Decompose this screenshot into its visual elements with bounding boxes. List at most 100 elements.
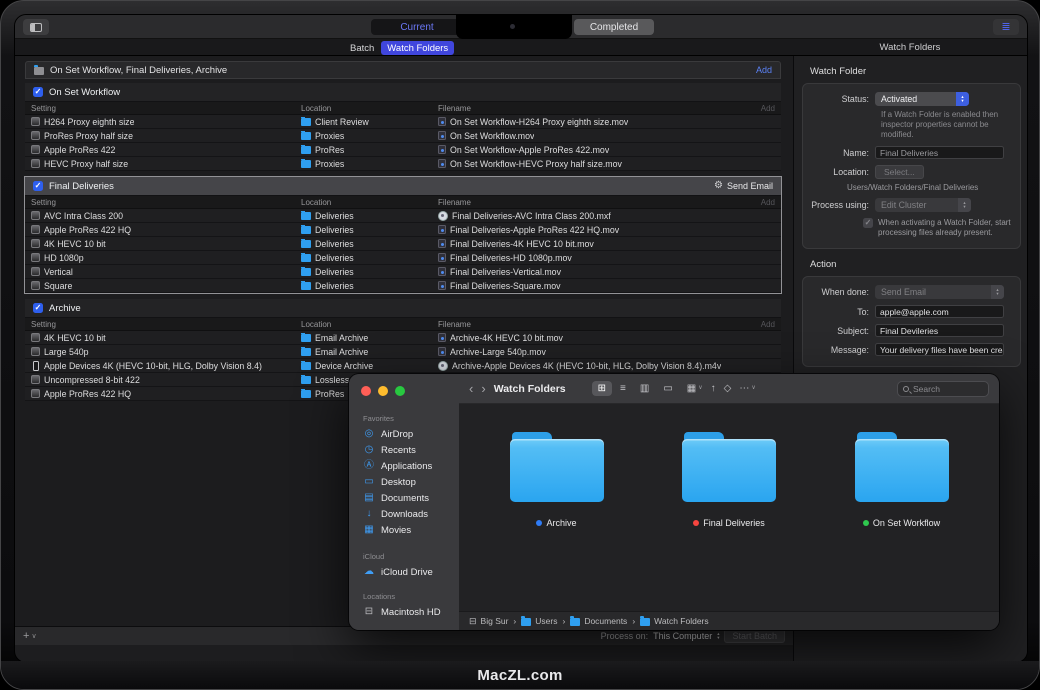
location-name: Lossless — [315, 375, 349, 385]
folder-label: Final Deliveries — [703, 518, 765, 528]
when-done-popup[interactable]: Send Email ▴▾ — [875, 285, 1004, 299]
mode-bar: Batch Watch Folders Watch Folders — [15, 39, 1027, 56]
batch-header[interactable]: On Set Workflow, Final Deliveries, Archi… — [25, 61, 781, 79]
actions-button[interactable]: ⋯∨ — [739, 383, 755, 394]
setting-icon — [31, 333, 40, 342]
chevron-down-icon: ∨ — [31, 632, 36, 640]
sidebar-item-documents[interactable]: ▤Documents — [349, 490, 459, 506]
inspector-toggle-button[interactable]: ≣ — [993, 19, 1019, 35]
sidebar-item-downloads[interactable]: ↓Downloads — [349, 506, 459, 522]
sidebar-item-macintosh-hd[interactable]: ⊟Macintosh HD — [349, 604, 459, 620]
apple-device-icon — [33, 361, 39, 371]
table-row[interactable]: Apple Devices 4K (HEVC 10-bit, HLG, Dolb… — [25, 359, 781, 373]
finder-main: ‹ › Watch Folders ⊞ ≡ ▥ ▭ ▦∨ ↑ ◇ ⋯∨ — [459, 374, 999, 630]
path-item-watch-folders[interactable]: Watch Folders — [640, 616, 708, 626]
location-name: Deliveries — [315, 281, 354, 291]
list-view-button[interactable]: ≡ — [614, 381, 632, 396]
minimize-button[interactable] — [378, 386, 388, 396]
folder-icon — [301, 160, 311, 168]
folder-on-set-workflow[interactable]: On Set Workflow — [827, 432, 977, 528]
activate-checkbox[interactable]: ✓ — [863, 218, 873, 228]
column-view-button[interactable]: ▥ — [634, 381, 655, 396]
status-popup[interactable]: Activated ▴▾ — [875, 92, 969, 106]
sidebar-item-icloud-drive[interactable]: ☁iCloud Drive — [349, 564, 459, 580]
send-email-action[interactable]: ⚙ Send Email — [714, 181, 773, 191]
folder-archive[interactable]: Archive — [482, 432, 632, 528]
table-row[interactable]: AVC Intra Class 200 Deliveries Final Del… — [25, 209, 781, 223]
section-header[interactable]: ✓ On Set Workflow — [25, 83, 781, 102]
start-batch-button[interactable]: Start Batch — [724, 629, 785, 643]
table-row[interactable]: H264 Proxy eighth size Client Review On … — [25, 115, 781, 129]
section-header[interactable]: ✓ Final Deliveries ⚙ Send Email — [25, 177, 781, 196]
folder-final-deliveries[interactable]: Final Deliveries — [654, 432, 804, 528]
file-name: Final Deliveries-AVC Intra Class 200.mxf — [452, 211, 611, 221]
segment-batch[interactable]: Batch — [345, 42, 379, 55]
sidebar-item-label: Recents — [381, 445, 416, 456]
table-row[interactable]: 4K HEVC 10 bit Deliveries Final Deliveri… — [25, 237, 781, 251]
folder-icon — [301, 132, 311, 140]
process-on-popup[interactable]: This Computer — [653, 631, 712, 641]
share-button[interactable]: ↑ — [711, 383, 716, 394]
location-select-button[interactable]: Select... — [875, 165, 924, 179]
setting-name: 4K HEVC 10 bit — [44, 333, 106, 343]
status-label: Status: — [803, 94, 875, 104]
location-path: Users/Watch Folders/Final Deliveries — [803, 183, 1012, 192]
tab-completed[interactable]: Completed — [574, 19, 654, 35]
to-field[interactable]: apple@apple.com — [875, 305, 1004, 318]
add-item-menu[interactable]: + ∨ — [23, 630, 37, 642]
path-item-documents[interactable]: Documents — [570, 616, 627, 626]
batch-add-link[interactable]: Add — [756, 65, 772, 75]
gallery-view-button[interactable]: ▭ — [657, 381, 678, 396]
stepper-icon[interactable]: ▴▾ — [717, 632, 719, 640]
sidebar-item-label: Desktop — [381, 477, 416, 488]
group-by-button[interactable]: ▦∨ — [687, 383, 703, 394]
share-icon: ↑ — [711, 383, 716, 394]
sidebar-item-applications[interactable]: ⒶApplications — [349, 458, 459, 474]
app-screen: Current Completed ≣ Batch Watch Folders … — [14, 14, 1028, 663]
forward-button[interactable]: › — [481, 382, 485, 395]
subject-field[interactable]: Final Devileries — [875, 324, 1004, 337]
message-field[interactable]: Your delivery files have been created — [875, 343, 1004, 356]
path-item-users[interactable]: Users — [521, 616, 557, 626]
table-row[interactable]: HEVC Proxy half size Proxies On Set Work… — [25, 157, 781, 171]
sidebar-toggle-button[interactable] — [23, 19, 49, 35]
search-field[interactable] — [897, 381, 989, 397]
name-field[interactable]: Final Deliveries — [875, 146, 1004, 159]
table-row[interactable]: Square Deliveries Final Deliveries-Squar… — [25, 279, 781, 293]
sidebar-item-airdrop[interactable]: ◎AirDrop — [349, 426, 459, 442]
table-row[interactable]: 4K HEVC 10 bit Email Archive Archive-4K … — [25, 331, 781, 345]
close-button[interactable] — [361, 386, 371, 396]
movie-file-icon — [438, 225, 446, 234]
col-add[interactable]: Add — [751, 198, 781, 207]
path-item-big-sur[interactable]: ⊟Big Sur — [469, 616, 508, 626]
table-row[interactable]: Apple ProRes 422 HQ Deliveries Final Del… — [25, 223, 781, 237]
col-filename: Filename — [438, 198, 751, 207]
section-checkbox[interactable]: ✓ — [33, 303, 43, 313]
table-row[interactable]: Vertical Deliveries Final Deliveries-Ver… — [25, 265, 781, 279]
col-add[interactable]: Add — [751, 320, 781, 329]
back-button[interactable]: ‹ — [469, 382, 473, 395]
table-row[interactable]: Apple ProRes 422 ProRes On Set Workflow-… — [25, 143, 781, 157]
tags-button[interactable]: ◇ — [724, 383, 732, 394]
zoom-button[interactable] — [395, 386, 405, 396]
table-row[interactable]: ProRes Proxy half size Proxies On Set Wo… — [25, 129, 781, 143]
col-location: Location — [301, 320, 438, 329]
tab-current[interactable]: Current — [371, 19, 463, 35]
setting-name: ProRes Proxy half size — [44, 131, 133, 141]
section-checkbox[interactable]: ✓ — [33, 87, 43, 97]
table-row[interactable]: HD 1080p Deliveries Final Deliveries-HD … — [25, 251, 781, 265]
col-add[interactable]: Add — [751, 104, 781, 113]
sidebar-item-recents[interactable]: ◷Recents — [349, 442, 459, 458]
icon-view-button[interactable]: ⊞ — [592, 381, 612, 396]
documents-icon: ▤ — [363, 493, 375, 503]
search-input[interactable] — [913, 384, 983, 394]
sidebar-item-movies[interactable]: ▦Movies — [349, 522, 459, 538]
sidebar-item-desktop[interactable]: ▭Desktop — [349, 474, 459, 490]
process-using-popup[interactable]: Edit Cluster ▴▾ — [875, 198, 971, 212]
segment-watch-folders[interactable]: Watch Folders — [381, 41, 454, 55]
section-header[interactable]: ✓ Archive — [25, 299, 781, 318]
table-row[interactable]: Large 540p Email Archive Archive-Large 5… — [25, 345, 781, 359]
section-checkbox[interactable]: ✓ — [33, 181, 43, 191]
gear-icon: ⚙ — [714, 181, 723, 191]
movie-file-icon — [438, 239, 446, 248]
